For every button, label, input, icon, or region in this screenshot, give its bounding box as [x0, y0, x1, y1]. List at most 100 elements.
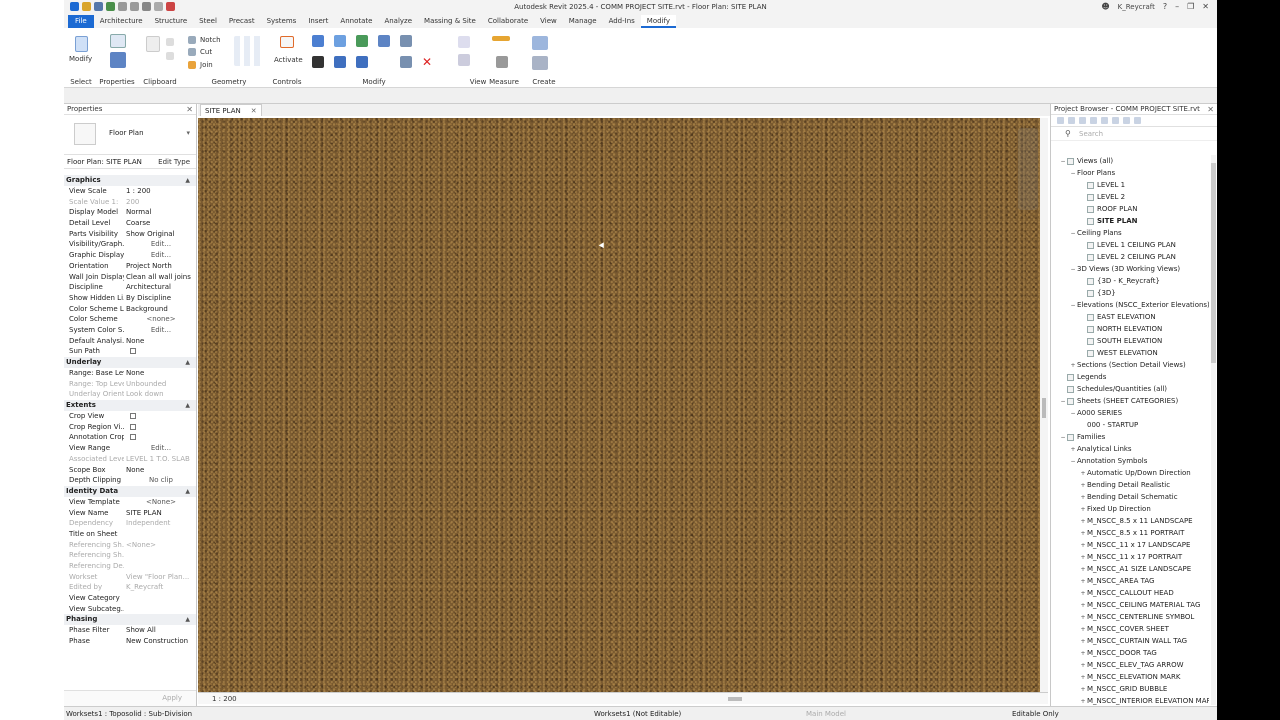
property-value[interactable]: Architectural [124, 282, 196, 293]
select-dropdown[interactable]: Select [64, 78, 98, 86]
property-value[interactable] [124, 604, 196, 615]
collapse-icon[interactable]: − [1069, 264, 1077, 275]
modify-cursor-icon[interactable] [75, 36, 88, 52]
tab-analyze[interactable]: Analyze [378, 15, 418, 28]
browser-tool-icon[interactable] [1134, 117, 1141, 124]
tree-item[interactable]: +M_NSCC_CEILING MATERIAL TAG [1051, 599, 1209, 611]
browser-tool-icon[interactable] [1112, 117, 1119, 124]
expand-icon[interactable]: + [1079, 660, 1087, 671]
main-model-toggle[interactable]: Main Model [806, 710, 846, 718]
property-button[interactable]: Edit... [124, 325, 196, 336]
browser-tool-icon[interactable] [1068, 117, 1075, 124]
property-checkbox[interactable] [124, 346, 196, 357]
tree-item[interactable]: {3D - K_Reycraft} [1051, 275, 1209, 287]
tree-item[interactable]: Legends [1051, 371, 1209, 383]
expand-icon[interactable]: + [1079, 648, 1087, 659]
join-icon[interactable] [188, 61, 196, 69]
tab-structure[interactable]: Structure [149, 15, 194, 28]
browser-tool-icon[interactable] [1123, 117, 1130, 124]
notch-icon[interactable] [188, 36, 196, 44]
tab-add-ins[interactable]: Add-Ins [603, 15, 641, 28]
section-header[interactable]: Underlay ▲ [64, 357, 196, 368]
tree-item[interactable]: LEVEL 1 [1051, 179, 1209, 191]
collapse-icon[interactable]: − [1059, 432, 1067, 443]
expand-icon[interactable]: + [1079, 516, 1087, 527]
property-value[interactable] [124, 529, 196, 540]
property-value[interactable]: None [124, 465, 196, 476]
search-input[interactable]: Search [1079, 130, 1103, 138]
property-value[interactable]: SITE PLAN [124, 508, 196, 519]
property-value[interactable]: None [124, 368, 196, 379]
expand-icon[interactable]: + [1079, 528, 1087, 539]
tab-modify[interactable]: Modify [640, 15, 676, 28]
tab-steel[interactable]: Steel [193, 15, 223, 28]
tree-item[interactable]: −Annotation Symbols [1051, 455, 1209, 467]
tree-item[interactable]: +M_NSCC_CALLOUT HEAD [1051, 587, 1209, 599]
tree-item[interactable]: SITE PLAN [1051, 215, 1209, 227]
expand-icon[interactable]: + [1079, 588, 1087, 599]
instance-selector[interactable]: Floor Plan: SITE PLAN [67, 158, 142, 166]
properties-icon[interactable] [110, 34, 126, 48]
move-icon[interactable] [312, 56, 324, 68]
tree-item[interactable]: − Sheets (SHEET CATEGORIES) [1051, 395, 1209, 407]
activate-button[interactable]: Activate [274, 56, 303, 64]
tree-item[interactable]: +M_NSCC_INTERIOR ELEVATION MARK [1051, 695, 1209, 705]
browser-tool-icon[interactable] [1101, 117, 1108, 124]
type-selector[interactable]: Floor Plan ▾ [64, 115, 196, 155]
user-icon[interactable]: ☻ [1101, 2, 1109, 11]
tree-item[interactable]: ROOF PLAN [1051, 203, 1209, 215]
property-checkbox[interactable] [124, 422, 196, 433]
collapse-icon[interactable]: − [1069, 300, 1077, 311]
expand-icon[interactable]: + [1079, 672, 1087, 683]
navigation-bar[interactable] [1018, 128, 1038, 210]
scroll-thumb[interactable] [1211, 163, 1216, 363]
collapse-icon[interactable]: − [1059, 156, 1067, 167]
tree-item[interactable]: WEST ELEVATION [1051, 347, 1209, 359]
tree-item[interactable]: +M_NSCC_11 x 17 LANDSCAPE [1051, 539, 1209, 551]
rotate-icon[interactable] [356, 56, 368, 68]
collapse-icon[interactable]: ▲ [185, 400, 190, 411]
measure-tool-icon[interactable] [492, 36, 510, 41]
checkbox[interactable] [130, 348, 136, 355]
collapse-icon[interactable]: ▲ [185, 486, 190, 497]
property-checkbox[interactable] [124, 411, 196, 422]
collapse-icon[interactable]: − [1069, 168, 1077, 179]
tab-insert[interactable]: Insert [302, 15, 334, 28]
tree-item[interactable]: +M_NSCC_AREA TAG [1051, 575, 1209, 587]
browser-search[interactable]: ⚲ Search [1051, 127, 1217, 141]
tree-item[interactable]: +M_NSCC_CURTAIN WALL TAG [1051, 635, 1209, 647]
property-value[interactable]: None [124, 336, 196, 347]
user-name[interactable]: K_Reycraft [1118, 3, 1155, 11]
delete-icon[interactable]: ✕ [422, 56, 434, 68]
tree-item[interactable]: +M_NSCC_ELEV_TAG ARROW [1051, 659, 1209, 671]
collapse-icon[interactable]: − [1069, 228, 1077, 239]
tree-item[interactable]: −A000 SERIES [1051, 407, 1209, 419]
expand-icon[interactable]: + [1079, 600, 1087, 611]
apply-button[interactable]: Apply [162, 694, 182, 702]
expand-icon[interactable]: + [1079, 468, 1087, 479]
property-button[interactable]: <none> [124, 314, 196, 325]
scale-icon[interactable] [400, 56, 412, 68]
help-icon[interactable]: ? [1163, 2, 1167, 11]
collapse-icon[interactable]: ▲ [185, 175, 190, 186]
section-header[interactable]: Phasing ▲ [64, 614, 196, 626]
browser-scrollbar[interactable] [1211, 155, 1216, 705]
cut-geometry-icon[interactable] [188, 48, 196, 56]
property-button[interactable]: <None> [124, 497, 196, 508]
minimize-icon[interactable]: – [1175, 2, 1179, 11]
tree-item[interactable]: −Floor Plans [1051, 167, 1209, 179]
scroll-thumb[interactable] [1042, 398, 1046, 418]
tree-item[interactable]: LEVEL 2 CEILING PLAN [1051, 251, 1209, 263]
tree-item[interactable]: +Analytical Links [1051, 443, 1209, 455]
horizontal-scroll-thumb[interactable] [728, 697, 742, 701]
offset-icon[interactable] [334, 35, 346, 47]
tree-item[interactable]: NORTH ELEVATION [1051, 323, 1209, 335]
tab-precast[interactable]: Precast [223, 15, 261, 28]
collapse-icon[interactable]: − [1069, 456, 1077, 467]
property-value[interactable] [124, 593, 196, 604]
tree-item[interactable]: +Fixed Up Direction [1051, 503, 1209, 515]
tree-item[interactable]: +Sections (Section Detail Views) [1051, 359, 1209, 371]
create-assembly-icon[interactable] [532, 36, 548, 50]
dimension-icon[interactable] [496, 56, 508, 68]
close-icon[interactable]: ✕ [1202, 2, 1209, 11]
